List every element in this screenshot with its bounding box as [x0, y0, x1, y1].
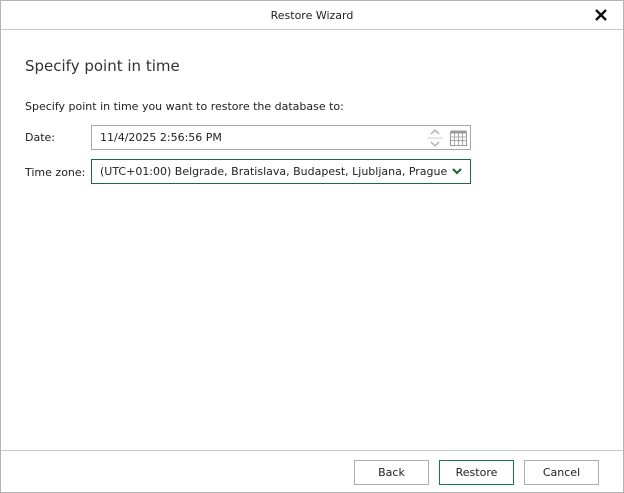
spinner-icon[interactable]	[426, 127, 444, 149]
cancel-button[interactable]: Cancel	[524, 460, 599, 485]
timezone-value: (UTC+01:00) Belgrade, Bratislava, Budape…	[100, 165, 448, 178]
chevron-down-icon[interactable]	[452, 167, 462, 175]
footer-divider	[1, 450, 623, 451]
date-picker[interactable]: 11/4/2025 2:56:56 PM	[91, 125, 471, 150]
date-value[interactable]: 11/4/2025 2:56:56 PM	[100, 131, 222, 144]
title-bar: Restore Wizard	[1, 1, 623, 30]
restore-wizard-window: Restore Wizard Specify point in time Spe…	[0, 0, 624, 493]
close-icon[interactable]	[593, 7, 609, 23]
window-title: Restore Wizard	[270, 9, 354, 22]
date-label: Date:	[25, 131, 55, 144]
timezone-dropdown[interactable]: (UTC+01:00) Belgrade, Bratislava, Budape…	[91, 159, 471, 184]
restore-button[interactable]: Restore	[439, 460, 514, 485]
back-button[interactable]: Back	[354, 460, 429, 485]
page-description: Specify point in time you want to restor…	[25, 100, 344, 113]
page-title: Specify point in time	[25, 57, 180, 75]
calendar-icon[interactable]	[450, 130, 467, 146]
timezone-label: Time zone:	[25, 166, 86, 179]
